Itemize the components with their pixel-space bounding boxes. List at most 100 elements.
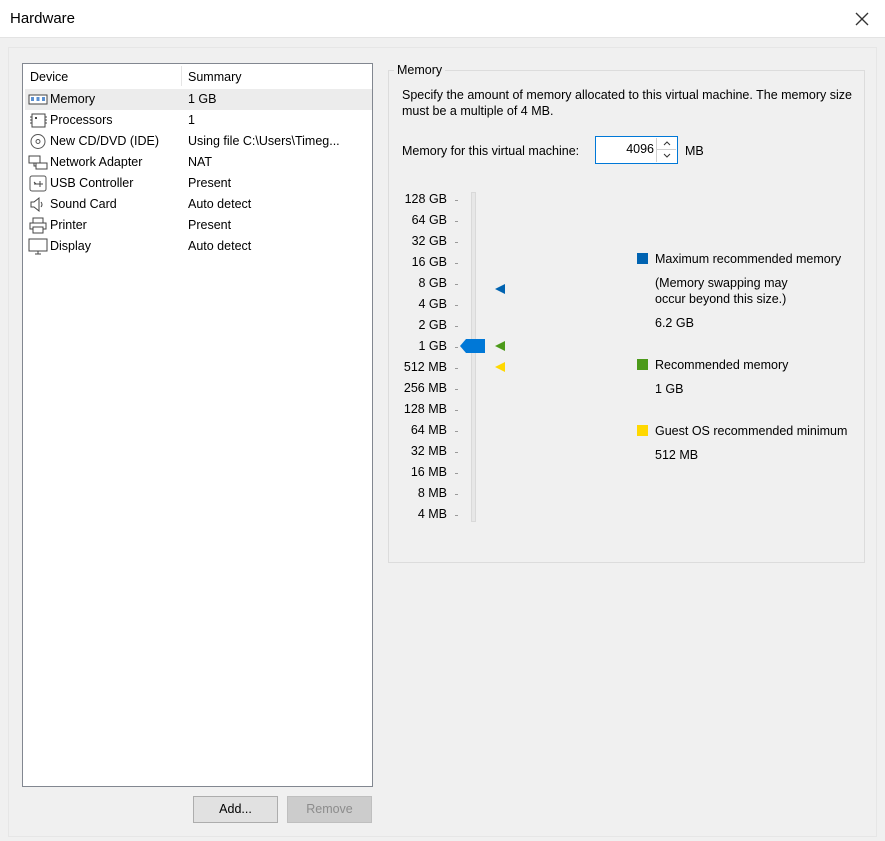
usb-icon: [29, 175, 47, 192]
chevron-up-icon: [663, 141, 671, 146]
guest-min-value: 512 MB: [655, 448, 699, 462]
spin-down-button[interactable]: [656, 150, 676, 162]
recommended-value: 1 GB: [655, 382, 684, 396]
device-summary: NAT: [188, 155, 213, 169]
scale-label: 1 GB: [418, 339, 448, 353]
device-row-printer[interactable]: Printer Present: [25, 215, 372, 236]
scale-tick: [455, 431, 458, 432]
remove-button[interactable]: Remove: [287, 796, 372, 823]
scale-tick: [455, 410, 458, 411]
device-summary: Present: [188, 218, 232, 232]
device-row-network-adapter[interactable]: Network Adapter NAT: [25, 152, 372, 173]
scale-label: 256 MB: [403, 381, 447, 395]
device-summary: Using file C:\Users\Timeg...: [188, 134, 340, 148]
scale-tick: [455, 347, 458, 348]
device-summary: 1 GB: [188, 92, 217, 106]
scale-tick: [455, 263, 458, 264]
scale-tick: [455, 242, 458, 243]
printer-icon: [29, 217, 47, 234]
scale-label: 128 GB: [404, 192, 447, 206]
scale-tick: [455, 368, 458, 369]
scale-tick: [455, 452, 458, 453]
max-recommended-marker-icon: [495, 284, 505, 294]
scale-tick: [455, 389, 458, 390]
scale-tick: [455, 200, 458, 201]
device-row-sound-card[interactable]: Sound Card Auto detect: [25, 194, 372, 215]
processor-icon: [30, 113, 47, 128]
scale-tick: [455, 326, 458, 327]
scale-tick: [455, 284, 458, 285]
recommended-marker-icon: [495, 341, 505, 351]
device-row-memory[interactable]: Memory 1 GB: [25, 89, 372, 110]
scale-tick: [455, 515, 458, 516]
scale-label: 32 MB: [410, 444, 447, 458]
column-header-summary[interactable]: Summary: [188, 70, 241, 84]
recommended-label: Recommended memory: [655, 358, 789, 372]
scale-label: 16 GB: [411, 255, 447, 269]
guest-min-swatch: [637, 425, 648, 436]
device-summary: Auto detect: [188, 239, 252, 253]
window-title: Hardware: [10, 10, 76, 27]
scale-label: 64 MB: [410, 423, 447, 437]
speaker-icon: [30, 196, 43, 213]
device-name: Sound Card: [50, 197, 117, 211]
device-name: Processors: [50, 113, 113, 127]
max-recommended-label: Maximum recommended memory: [655, 252, 842, 266]
scale-label: 4 GB: [418, 297, 448, 311]
scale-tick: [455, 494, 458, 495]
column-header-device[interactable]: Device: [30, 70, 68, 84]
device-name: Memory: [50, 92, 96, 106]
device-name: USB Controller: [50, 176, 134, 190]
device-row-cd-dvd[interactable]: New CD/DVD (IDE) Using file C:\Users\Tim…: [25, 131, 372, 152]
device-name: Display: [50, 239, 91, 253]
recommended-swatch: [637, 359, 648, 370]
device-name: Printer: [50, 218, 87, 232]
memory-slider-thumb[interactable]: [460, 339, 485, 353]
title-bar: Hardware: [0, 0, 885, 38]
max-recommended-note: (Memory swapping may: [655, 276, 788, 290]
guest-min-label: Guest OS recommended minimum: [655, 424, 848, 438]
scale-label: 8 MB: [417, 486, 447, 500]
memory-description: Specify the amount of memory allocated t…: [402, 88, 852, 118]
scale-label: 64 GB: [411, 213, 447, 227]
network-adapter-icon: [28, 155, 48, 170]
device-row-processors[interactable]: Processors 1: [25, 110, 372, 131]
guest-min-marker-icon: [495, 362, 505, 372]
device-row-display[interactable]: Display Auto detect: [25, 236, 372, 257]
max-recommended-note: occur beyond this size.): [655, 292, 787, 306]
max-recommended-swatch: [637, 253, 648, 264]
scale-tick: [455, 221, 458, 222]
scale-label: 32 GB: [411, 234, 447, 248]
add-button[interactable]: Add...: [193, 796, 278, 823]
memory-input[interactable]: 4096: [596, 142, 654, 156]
memory-icon: [28, 94, 48, 105]
scale-label: 128 MB: [403, 402, 447, 416]
memory-field-label: Memory for this virtual machine:: [402, 144, 580, 158]
memory-unit-label: MB: [685, 144, 704, 158]
scale-tick: [455, 473, 458, 474]
device-list[interactable]: Device Summary Memory 1 GB Processors 1 …: [22, 63, 373, 787]
device-list-header: Device Summary: [23, 64, 372, 88]
close-icon[interactable]: [851, 8, 873, 30]
scale-tick: [455, 305, 458, 306]
device-name: New CD/DVD (IDE): [50, 134, 160, 148]
column-separator[interactable]: [181, 66, 182, 86]
scale-label: 512 MB: [403, 360, 447, 374]
scale-label: 16 MB: [410, 465, 447, 479]
device-name: Network Adapter: [50, 155, 143, 169]
device-summary: Present: [188, 176, 232, 190]
memory-slider-track[interactable]: [471, 192, 476, 522]
scale-label: 8 GB: [418, 276, 448, 290]
chevron-down-icon: [663, 153, 671, 158]
max-recommended-value: 6.2 GB: [655, 316, 694, 330]
device-row-usb-controller[interactable]: USB Controller Present: [25, 173, 372, 194]
memory-spinbox[interactable]: 4096: [595, 136, 678, 164]
scale-label: 4 MB: [417, 507, 447, 521]
scale-label: 2 GB: [418, 318, 448, 332]
spin-up-button[interactable]: [656, 138, 676, 150]
cd-dvd-icon: [30, 134, 46, 149]
memory-group-title: Memory: [394, 63, 446, 77]
device-summary: 1: [188, 113, 195, 127]
monitor-icon: [28, 238, 48, 255]
device-summary: Auto detect: [188, 197, 252, 211]
